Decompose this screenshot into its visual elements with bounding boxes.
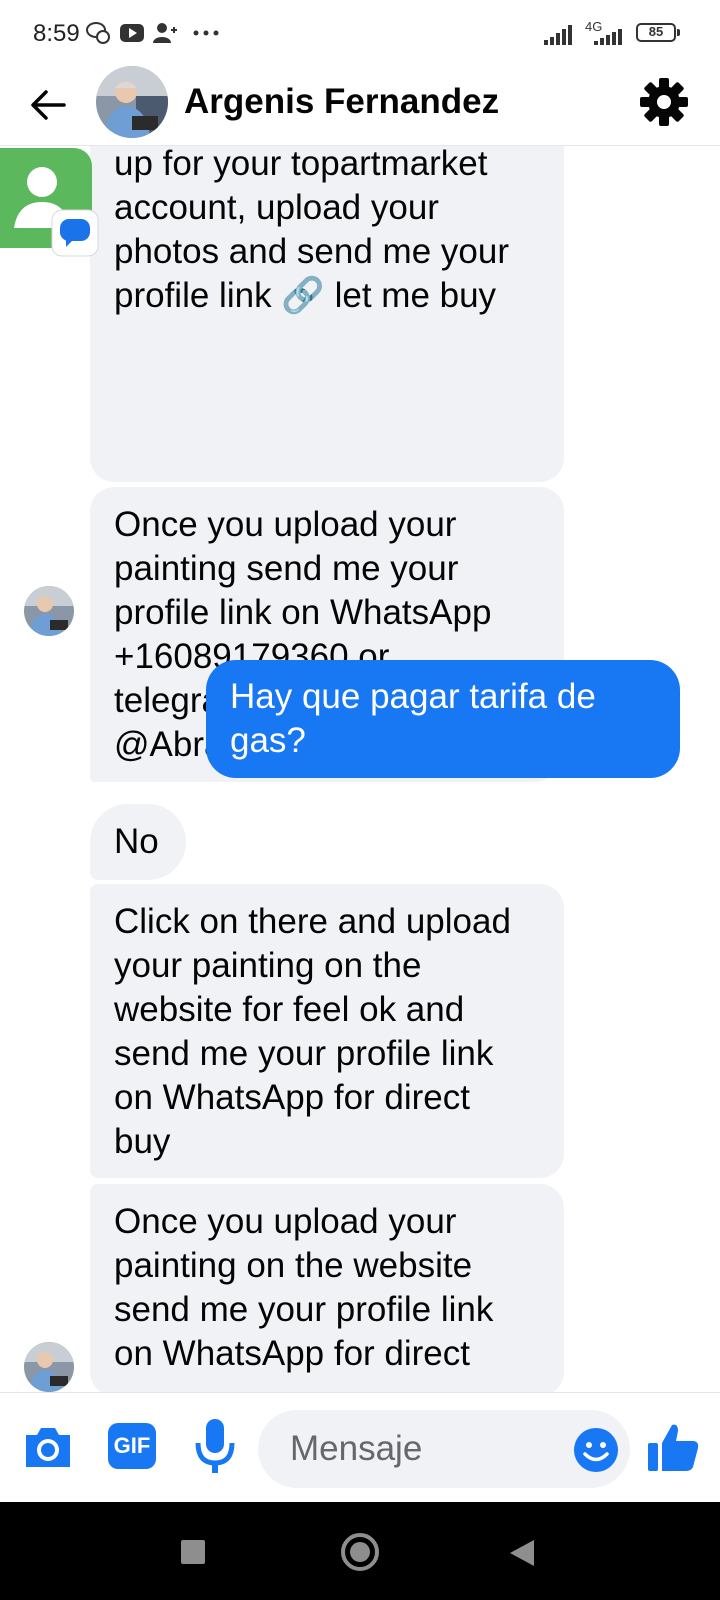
message-text: Hay que pagar tarifa de gas? — [230, 677, 596, 760]
floating-notification-bubble[interactable] — [0, 146, 100, 258]
message-composer: GIF — [0, 1392, 720, 1502]
sender-avatar[interactable] — [24, 1342, 74, 1392]
microphone-icon[interactable] — [194, 1417, 236, 1475]
signal-icon — [544, 25, 572, 45]
thumbs-up-like-icon[interactable] — [646, 1421, 700, 1473]
contact-name[interactable]: Argenis Fernandez — [184, 82, 499, 122]
conversation-header: Argenis Fernandez — [0, 66, 720, 146]
back-nav-icon[interactable] — [508, 1538, 536, 1568]
gif-button[interactable]: GIF — [108, 1423, 156, 1469]
back-arrow-icon[interactable] — [26, 83, 70, 127]
gif-label: GIF — [113, 1433, 151, 1458]
message-text: Once you upload your painting on the web… — [114, 1202, 494, 1373]
add-person-notification-icon — [153, 23, 177, 43]
youtube-notification-icon — [120, 24, 144, 42]
message-bubble[interactable]: Once you upload your painting on the web… — [90, 1184, 564, 1392]
message-bubble[interactable]: Hay que pagar tarifa de gas? — [206, 660, 680, 778]
system-navigation-bar — [0, 1502, 720, 1600]
recent-apps-icon[interactable] — [180, 1539, 206, 1565]
wechat-notification-icon — [86, 22, 110, 44]
message-bubble[interactable]: up for your topartmarket account, upload… — [90, 146, 564, 482]
signal-4g-icon — [594, 29, 622, 45]
emoji-icon[interactable] — [573, 1427, 619, 1473]
status-time: 8:59 — [33, 20, 80, 47]
contact-avatar[interactable] — [96, 66, 168, 138]
camera-icon[interactable] — [22, 1423, 74, 1471]
message-bubble[interactable]: Click on there and upload your painting … — [90, 884, 564, 1178]
battery-level: 85 — [648, 24, 664, 39]
home-icon[interactable] — [340, 1532, 380, 1572]
message-text: Click on there and upload your painting … — [114, 902, 511, 1161]
message-bubble[interactable]: No — [90, 804, 186, 880]
more-notifications-icon — [193, 30, 219, 36]
message-text: No — [114, 822, 159, 861]
status-bar: 8:59 4G 85 — [0, 0, 720, 66]
contact-notification-icon — [0, 148, 99, 257]
message-text: up for your topartmarket account, upload… — [114, 146, 509, 315]
message-list[interactable]: up for your topartmarket account, upload… — [0, 146, 720, 1392]
sender-avatar[interactable] — [24, 586, 74, 636]
avatar-photo — [96, 66, 168, 138]
avatar-photo — [24, 586, 74, 636]
battery-indicator: 85 — [636, 23, 680, 42]
avatar-photo — [24, 1342, 74, 1392]
gear-icon[interactable] — [638, 76, 690, 128]
